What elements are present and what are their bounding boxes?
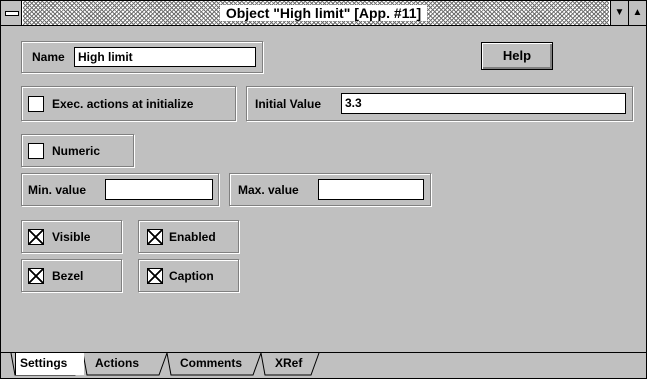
visible-group[interactable]: Visible (21, 220, 122, 253)
bezel-label: Bezel (52, 269, 84, 283)
visible-label: Visible (52, 230, 91, 244)
exec-actions-group[interactable]: Exec. actions at initialize (21, 86, 236, 121)
tab-comments[interactable]: Comments (176, 353, 246, 375)
max-value-input[interactable] (318, 179, 424, 200)
numeric-label: Numeric (52, 144, 101, 158)
min-value-group: Min. value (21, 173, 219, 206)
system-menu-icon[interactable] (1, 1, 22, 25)
caption-label: Caption (169, 269, 214, 283)
min-value-label: Min. value (28, 183, 87, 197)
tab-xref[interactable]: XRef (271, 353, 306, 375)
bezel-group[interactable]: Bezel (21, 259, 122, 292)
numeric-group[interactable]: Numeric (21, 134, 134, 167)
max-value-group: Max. value (229, 173, 431, 206)
name-group: Name High limit (21, 41, 263, 73)
caption-checkbox[interactable] (147, 268, 163, 284)
visible-checkbox[interactable] (28, 229, 44, 245)
caption-group[interactable]: Caption (138, 259, 239, 292)
bezel-checkbox[interactable] (28, 268, 44, 284)
title-bar[interactable]: Object "High limit" [App. #11] ▼ ▲ (1, 1, 646, 26)
enabled-checkbox[interactable] (147, 229, 163, 245)
max-value-label: Max. value (238, 183, 299, 197)
exec-actions-label: Exec. actions at initialize (52, 97, 194, 111)
initial-value-label: Initial Value (255, 97, 322, 111)
window-title: Object "High limit" [App. #11] (219, 5, 428, 21)
numeric-checkbox[interactable] (28, 143, 44, 159)
name-input[interactable]: High limit (74, 47, 256, 67)
help-button[interactable]: Help (481, 42, 553, 70)
down-arrow-icon[interactable]: ▼ (610, 1, 628, 25)
object-properties-window: Object "High limit" [App. #11] ▼ ▲ Name … (0, 0, 647, 379)
enabled-group[interactable]: Enabled (138, 220, 239, 253)
tab-settings[interactable]: Settings (15, 353, 84, 375)
initial-value-group: Initial Value 3.3 (246, 86, 633, 121)
initial-value-input[interactable]: 3.3 (341, 93, 626, 114)
tab-actions[interactable]: Actions (91, 353, 143, 375)
name-label: Name (32, 50, 65, 64)
tab-strip: Settings Actions Comments XRef (1, 352, 646, 378)
up-arrow-icon[interactable]: ▲ (628, 1, 646, 25)
min-value-input[interactable] (105, 179, 213, 200)
exec-actions-checkbox[interactable] (28, 96, 44, 112)
enabled-label: Enabled (169, 230, 216, 244)
